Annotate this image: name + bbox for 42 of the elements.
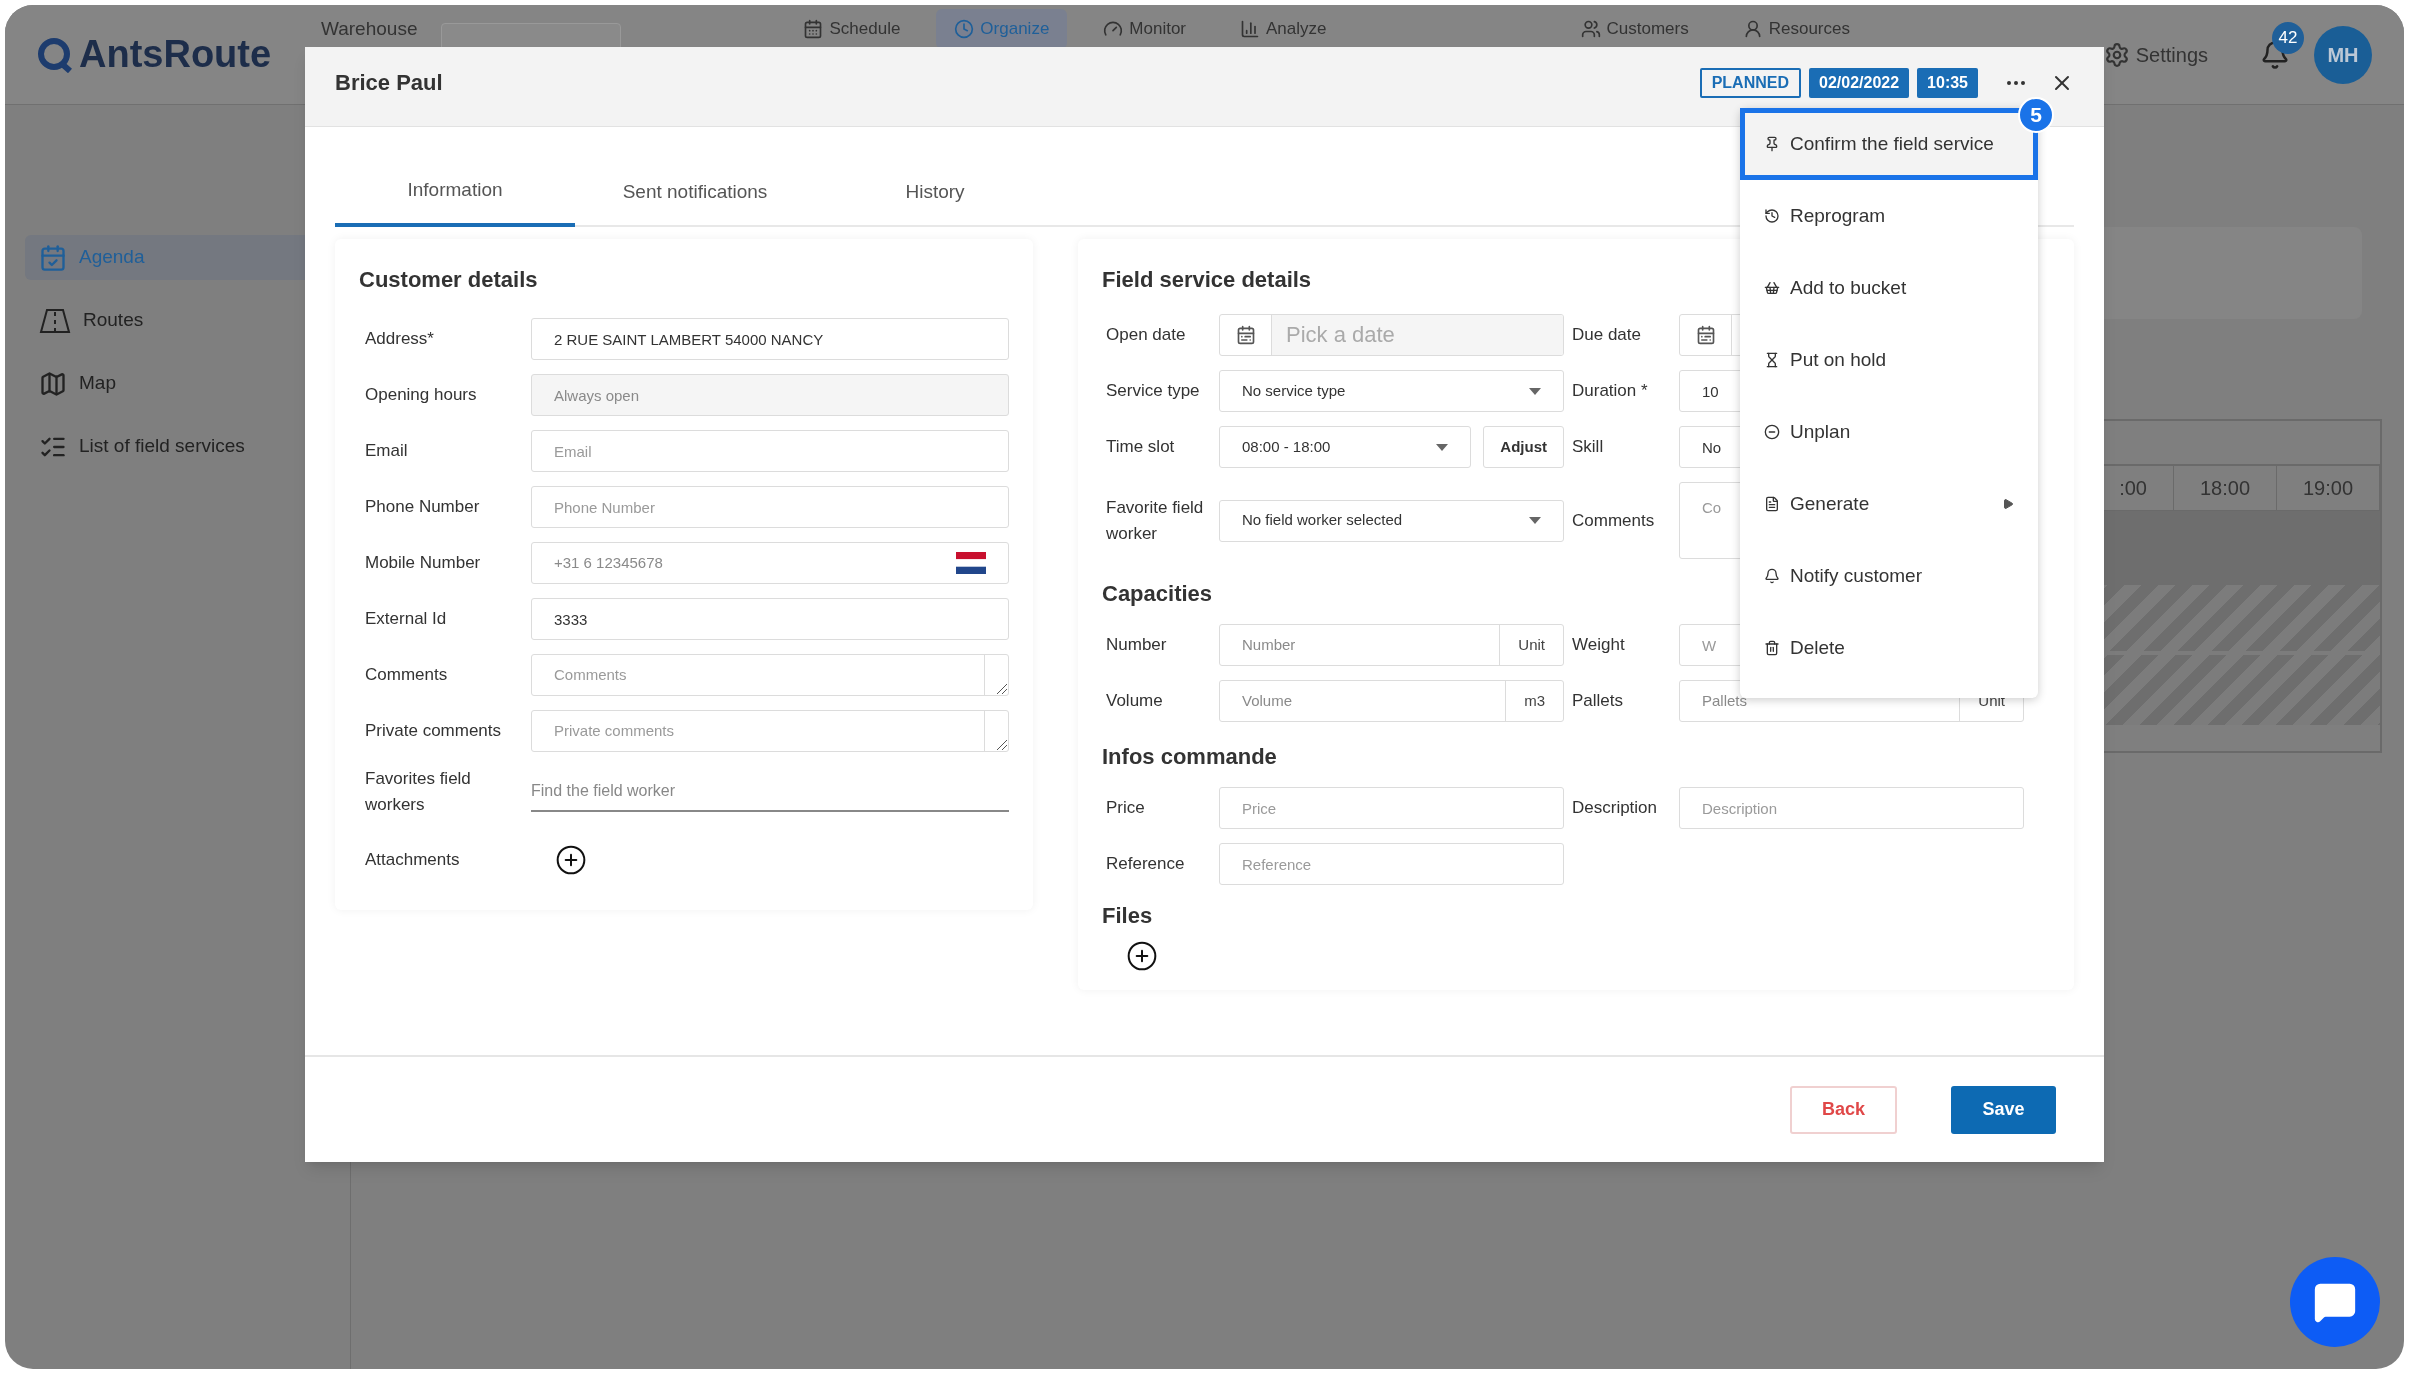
unit-label: Unit — [1499, 625, 1563, 665]
field-label: Time slot — [1105, 436, 1176, 458]
modal-title: Brice Paul — [335, 69, 443, 97]
logo-text: AntsRoute — [79, 32, 272, 77]
hour-label: 19:00 — [2302, 476, 2354, 501]
unit-label: m3 — [1505, 681, 1563, 721]
field-label: Email — [365, 440, 409, 462]
field-label: Number — [1105, 634, 1168, 656]
field-label: Volume — [1105, 690, 1164, 712]
section-title: Infos commande — [1102, 743, 1277, 771]
date-badge: 02/02/2022 — [1809, 67, 1910, 98]
section-title: Files — [1102, 902, 1153, 930]
field-label: Address* — [365, 328, 435, 350]
time-badge: 10:35 — [1917, 67, 1978, 98]
warehouse-label: Warehouse — [321, 17, 418, 42]
section-title: Capacities — [1102, 580, 1213, 608]
field-label: Skill — [1571, 436, 1605, 458]
field-label: Open date — [1105, 324, 1187, 346]
field-label: Description — [1571, 797, 1659, 819]
field-label: Favorites field workers — [365, 768, 472, 816]
field-label: Duration * — [1571, 380, 1649, 402]
status-badge: PLANNED — [1699, 67, 1801, 98]
field-label: Service type — [1105, 380, 1201, 402]
hour-label: 18:00 — [2199, 476, 2251, 501]
section-title: Customer details — [359, 266, 538, 294]
field-label: Mobile Number — [365, 552, 482, 574]
field-label: Attachments — [365, 849, 461, 871]
field-label: Reference — [1105, 853, 1186, 875]
field-label: Due date — [1571, 324, 1642, 346]
field-label: External Id — [365, 608, 448, 630]
field-label: Price — [1105, 797, 1146, 819]
field-label: Opening hours — [365, 384, 478, 406]
field-label: Weight — [1571, 634, 1626, 656]
field-label: Private comments — [365, 720, 503, 742]
notification-badge: 42 — [2272, 21, 2304, 54]
field-label: Comments — [1571, 509, 1656, 532]
field-label: Comments — [365, 664, 449, 686]
field-label: Pallets — [1571, 690, 1625, 712]
section-title: Field service details — [1102, 266, 1312, 294]
field-label: Phone Number — [365, 496, 481, 518]
hour-label: :00 — [2119, 476, 2147, 501]
field-label: Favorite field worker — [1105, 496, 1205, 545]
